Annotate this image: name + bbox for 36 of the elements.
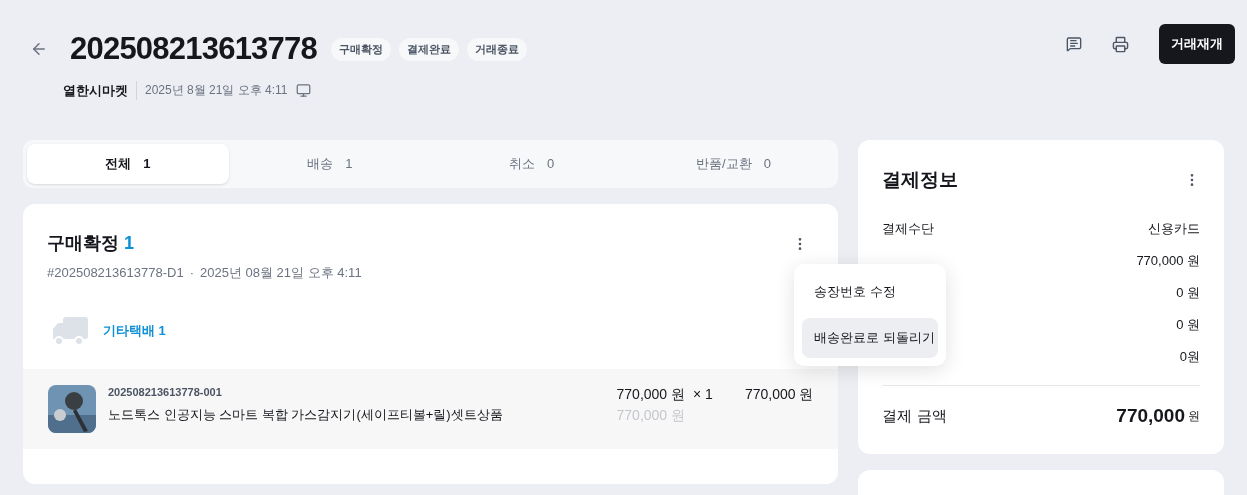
- payment-value: 신용카드: [1148, 219, 1200, 238]
- sub-order-date: 2025년 08월 21일 오후 4:11: [200, 264, 362, 282]
- product-code: 202508213613778-001: [108, 384, 223, 400]
- line-total: 770,000 원: [744, 384, 814, 404]
- total-amount: 770,000: [1116, 403, 1185, 428]
- comment-icon[interactable]: [1066, 36, 1082, 52]
- separator-dot: ·: [189, 264, 194, 282]
- total-label: 결제 금액: [882, 405, 947, 426]
- tab[interactable]: 취소 0: [430, 144, 633, 184]
- status-badge: 결제완료: [399, 38, 459, 61]
- order-number: 202508213613778: [70, 30, 317, 68]
- payment-value: 0 원: [1176, 283, 1200, 302]
- monitor-icon: [295, 82, 311, 98]
- tab[interactable]: 전체 1: [27, 144, 229, 184]
- quantity: × 1: [693, 384, 713, 404]
- payment-title: 결제정보: [882, 168, 959, 192]
- sub-order-number: #202508213613778-D1: [47, 264, 184, 282]
- status-badge: 거래종료: [467, 38, 527, 61]
- group-status: 구매확정 1: [47, 232, 135, 255]
- resume-trade-button[interactable]: 거래재개: [1159, 24, 1235, 64]
- currency-unit: 원: [1188, 407, 1200, 425]
- product-name: 노드톡스 인공지능 스마트 복합 가스감지기(세이프티볼+릴)셋트상품: [108, 406, 503, 424]
- store-name: 열한시마켓: [63, 80, 137, 100]
- tab[interactable]: 반품/교환 0: [632, 144, 835, 184]
- payment-value: 0 원: [1176, 315, 1200, 334]
- tab[interactable]: 배송 1: [228, 144, 431, 184]
- status-badge: 구매확정: [331, 38, 391, 61]
- menu-item[interactable]: 배송완료로 되돌리기: [802, 318, 938, 358]
- truck-icon: [51, 314, 89, 347]
- payment-value: 0원: [1179, 347, 1200, 366]
- order-date: 2025년 8월 21일 오후 4:11: [145, 82, 288, 100]
- unit-price: 770,000 원: [616, 384, 686, 404]
- carrier-link[interactable]: 기타택배 1: [103, 320, 166, 341]
- payment-value: 770,000 원: [1136, 251, 1200, 270]
- payment-label: 결제수단: [882, 219, 935, 238]
- print-icon[interactable]: [1112, 35, 1129, 53]
